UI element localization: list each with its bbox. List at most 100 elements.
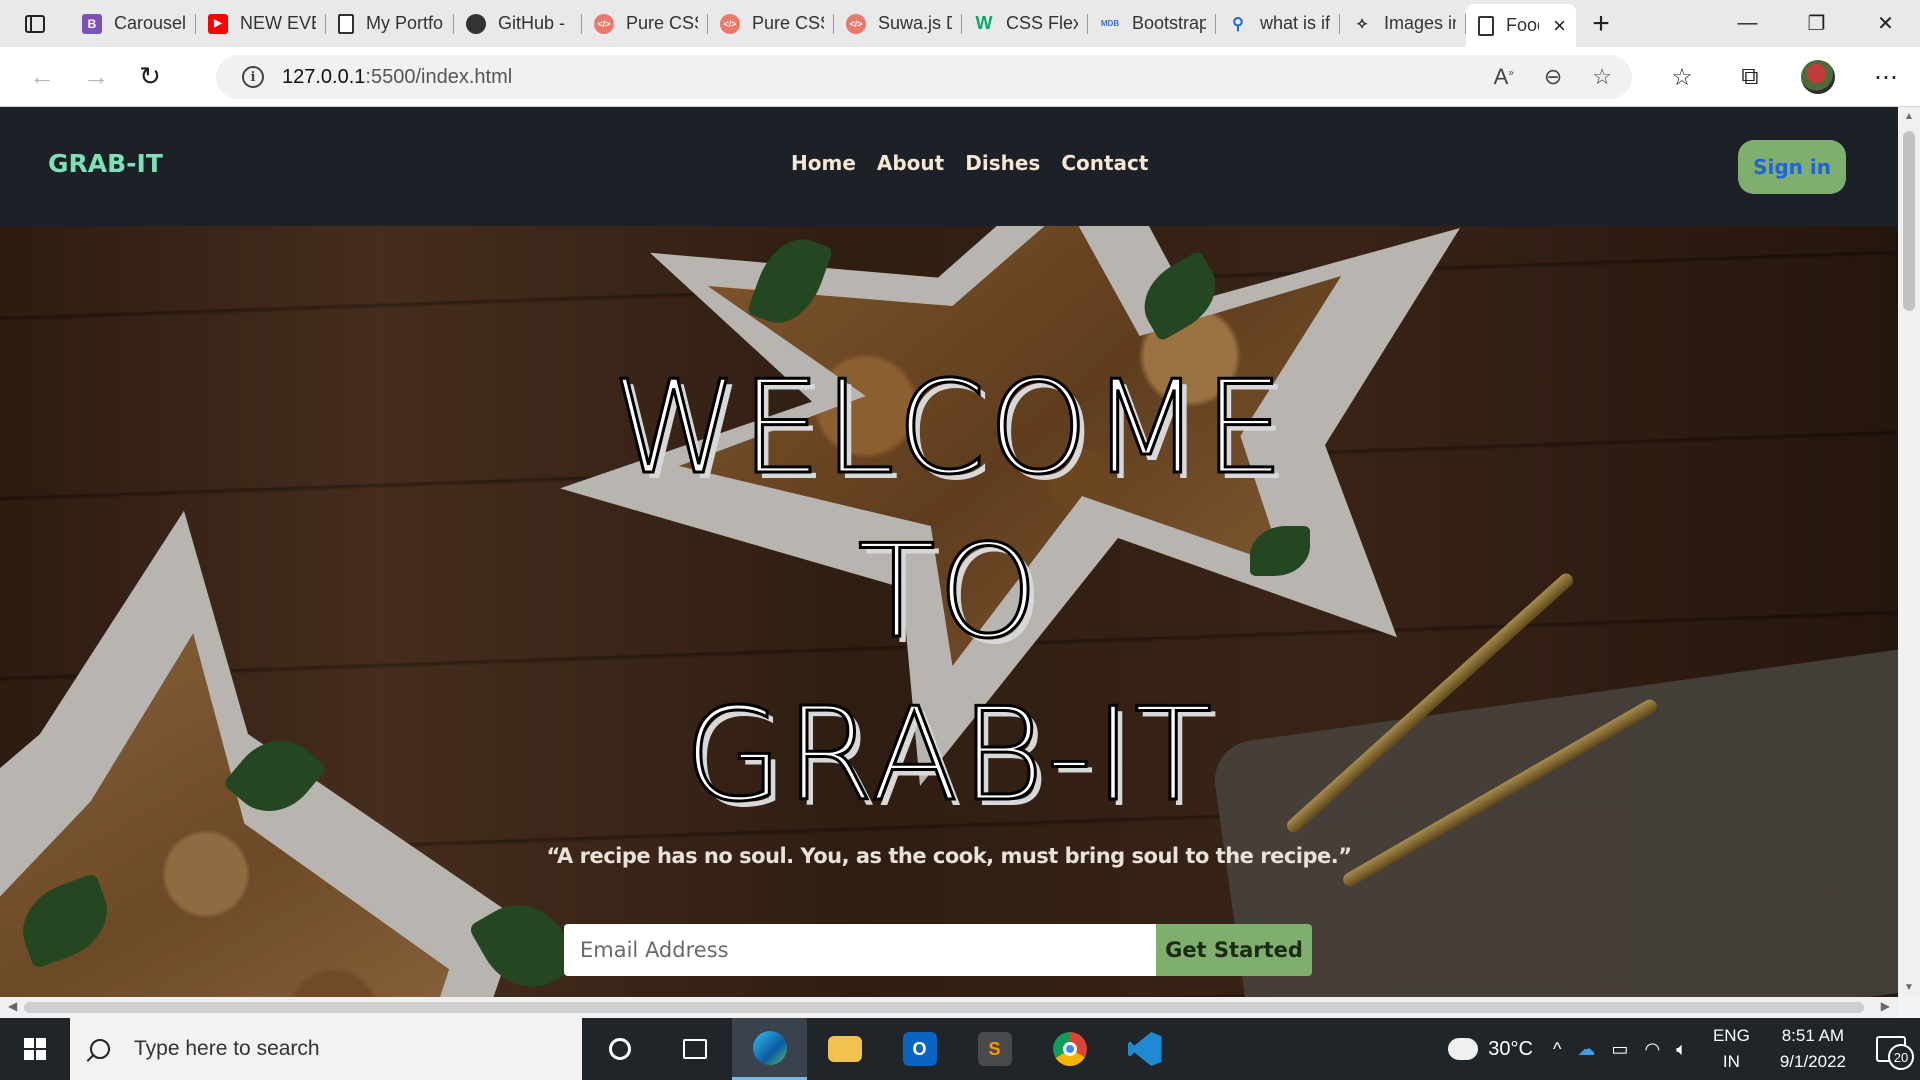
tab-portfolio[interactable]: My Portfo [326,0,454,47]
vertical-scroll-thumb[interactable] [1903,131,1915,311]
site-nav-links: Home About Dishes Contact [791,151,1148,175]
windows-logo-icon [24,1038,46,1060]
cortana-button[interactable] [582,1018,657,1080]
nav-link-contact[interactable]: Contact [1061,151,1148,175]
mdb-icon: MDB [1100,19,1120,28]
github-icon [466,13,486,34]
taskbar-file-explorer[interactable] [807,1018,882,1080]
back-arrow-icon[interactable]: ← [15,55,69,99]
scroll-left-icon[interactable]: ◀ [8,999,17,1013]
url-text[interactable]: 127.0.0.1:5500/index.html [282,66,512,89]
nav-link-home[interactable]: Home [791,151,856,175]
taskbar-edge[interactable] [732,1018,807,1080]
sign-in-button[interactable]: Sign in [1738,140,1846,194]
w3schools-icon: W [975,13,993,33]
tab-pure-css-2[interactable]: </>Pure CSS [708,0,834,47]
tab-what-is-if[interactable]: ⚲ what is if [1216,0,1340,47]
window-controls: — ❐ ✕ [1713,0,1920,47]
hero-title-line-2: TO [856,517,1041,669]
tab-list: B Carousel ▶ NEW EVE My Portfo GitHub - </… [70,0,1576,47]
page-icon [338,13,354,34]
tab-carousel[interactable]: B Carousel [70,0,196,47]
site-logo[interactable]: GRAB-IT [48,149,163,178]
close-tab-icon[interactable]: × [1553,13,1566,39]
bootstrap-icon: B [82,13,102,34]
profile-avatar[interactable] [1801,60,1835,94]
favorites-icon[interactable]: ☆ [1648,63,1716,92]
tab-food-active[interactable]: Food× [1466,4,1576,47]
address-bar-actions: A» ⊖ ☆ [1494,55,1612,99]
minimize-icon[interactable]: — [1713,0,1782,47]
restore-icon[interactable]: ❐ [1782,0,1851,47]
task-view-button[interactable] [657,1018,732,1080]
nav-link-dishes[interactable]: Dishes [965,151,1040,175]
sublime-text-icon: S [977,1032,1012,1066]
forward-arrow-icon[interactable]: → [69,55,123,99]
site-info-icon[interactable]: i [242,66,264,88]
new-tab-button[interactable]: + [1576,0,1626,47]
taskbar-chrome[interactable] [1032,1018,1107,1080]
code-icon: ⟡ [1356,14,1368,32]
page-viewport: GRAB-IT Home About Dishes Contact Sign i… [0,107,1898,997]
toolbar-right: ☆ ⧉ ⋯ [1648,47,1920,107]
collections-icon[interactable]: ⧉ [1716,63,1784,91]
tab-actions-icon [25,14,45,33]
tab-github[interactable]: GitHub - [454,0,582,47]
get-started-button[interactable]: Get Started [1156,924,1312,976]
tab-css-flexbox[interactable]: WCSS Flexb [962,0,1088,47]
codepen-icon: </> [594,13,614,34]
volume-icon[interactable]: 🔈︎ [1676,1039,1687,1060]
scroll-down-icon[interactable]: ▼ [1898,982,1920,993]
weather-cloud-icon [1448,1030,1479,1060]
page-icon [1478,15,1494,36]
hero-section: WELCOME TO GRAB-IT “A recipe has no soul… [0,226,1898,997]
notification-center-icon[interactable]: 20 [1876,1036,1914,1070]
address-bar[interactable]: i 127.0.0.1:5500/index.html A» ⊖ ☆ [216,55,1632,99]
wifi-icon[interactable]: ◠ [1644,1039,1660,1060]
taskbar-vscode[interactable] [1107,1018,1182,1080]
cortana-icon [608,1038,631,1060]
language-indicator[interactable]: ENG IN [1713,1023,1750,1075]
refresh-icon[interactable]: ↻ [123,55,177,99]
browser-tab-strip: B Carousel ▶ NEW EVE My Portfo GitHub - </… [0,0,1920,47]
weather-widget[interactable]: 30°C [1448,1030,1533,1061]
read-aloud-icon[interactable]: A» [1494,64,1514,90]
hero-title-line-3: GRAB-IT [682,680,1215,832]
scroll-up-icon[interactable]: ▲ [1898,111,1920,122]
nav-link-about[interactable]: About [877,151,944,175]
horizontal-scroll-thumb[interactable] [24,1002,1864,1013]
tab-bootstrap[interactable]: MDB Bootstrap [1088,0,1216,47]
signup-form: Get Started [564,924,1312,976]
outlook-icon: O [902,1032,937,1066]
horizontal-scrollbar[interactable]: ◀ ▶ [0,997,1898,1018]
add-favorite-icon[interactable]: ☆ [1592,64,1612,90]
chrome-icon [1052,1032,1087,1066]
codepen-icon: </> [720,13,740,34]
tab-images-in[interactable]: ⟡ Images in [1340,0,1466,47]
zoom-out-icon[interactable]: ⊖ [1544,64,1562,90]
tab-actions-button[interactable] [0,0,70,47]
file-explorer-icon [827,1036,862,1062]
email-input[interactable] [564,924,1156,976]
chevron-up-icon[interactable]: ^ [1553,1039,1561,1060]
battery-icon[interactable]: ▭ [1611,1039,1628,1060]
tab-suwa[interactable]: </> Suwa.js D [834,0,962,47]
vertical-scrollbar[interactable]: ▲ ▼ [1898,107,1920,997]
windows-taskbar: Type here to search O S 30°C ^ ☁ ▭ ◠ 🔈︎ … [0,1018,1920,1080]
start-button[interactable] [0,1018,70,1080]
search-icon [90,1039,110,1059]
taskbar-outlook[interactable]: O [882,1018,957,1080]
taskbar-sublime[interactable]: S [957,1018,1032,1080]
tab-pure-css-1[interactable]: </>Pure CSS [582,0,708,47]
more-menu-icon[interactable]: ⋯ [1852,63,1920,92]
tray-icons: ^ ☁ ▭ ◠ 🔈︎ [1553,1039,1687,1060]
task-view-icon [682,1039,707,1059]
hero-title-line-1: WELCOME [610,353,1287,505]
tab-youtube[interactable]: ▶ NEW EVE [196,0,326,47]
taskbar-search[interactable]: Type here to search [70,1018,582,1080]
scroll-right-icon[interactable]: ▶ [1881,999,1890,1013]
close-window-icon[interactable]: ✕ [1851,0,1920,47]
search-icon: ⚲ [1232,15,1244,33]
clock[interactable]: 8:51 AM 9/1/2022 [1780,1023,1846,1075]
onedrive-icon[interactable]: ☁ [1577,1039,1595,1060]
